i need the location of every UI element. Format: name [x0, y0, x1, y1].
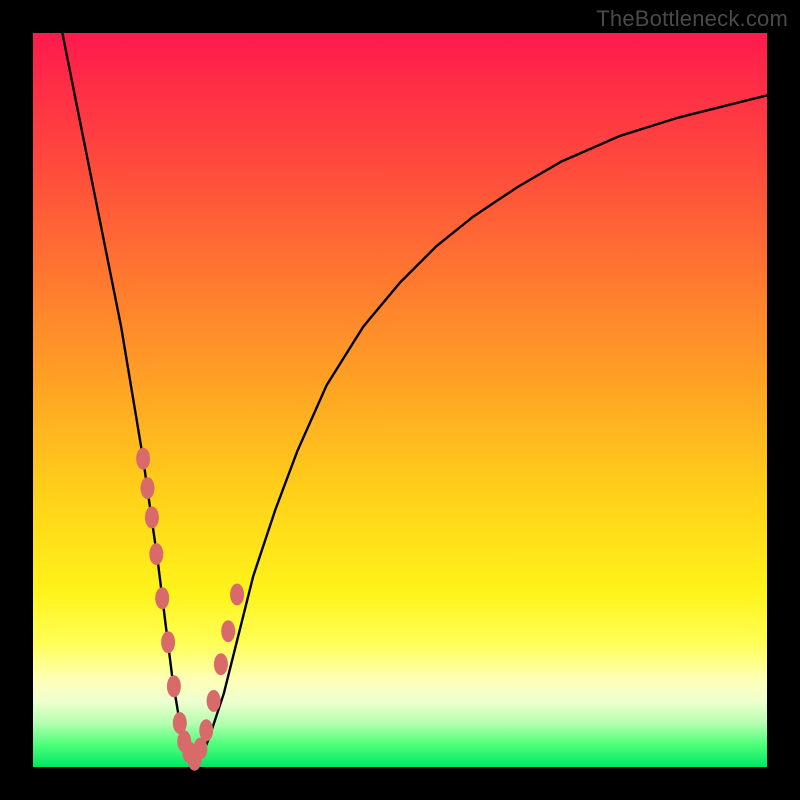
marker-dot [136, 448, 150, 470]
marker-dot [199, 719, 213, 741]
plot-area [33, 33, 767, 767]
marker-dot [155, 587, 169, 609]
marker-group [136, 448, 244, 771]
marker-dot [167, 675, 181, 697]
marker-dot [221, 620, 235, 642]
marker-dot [141, 477, 155, 499]
chart-svg [33, 33, 767, 767]
marker-dot [207, 690, 221, 712]
chart-frame: TheBottleneck.com [0, 0, 800, 800]
watermark-text: TheBottleneck.com [596, 6, 788, 32]
marker-dot [214, 653, 228, 675]
marker-dot [145, 506, 159, 528]
marker-dot [149, 543, 163, 565]
marker-dot [230, 584, 244, 606]
marker-dot [161, 631, 175, 653]
